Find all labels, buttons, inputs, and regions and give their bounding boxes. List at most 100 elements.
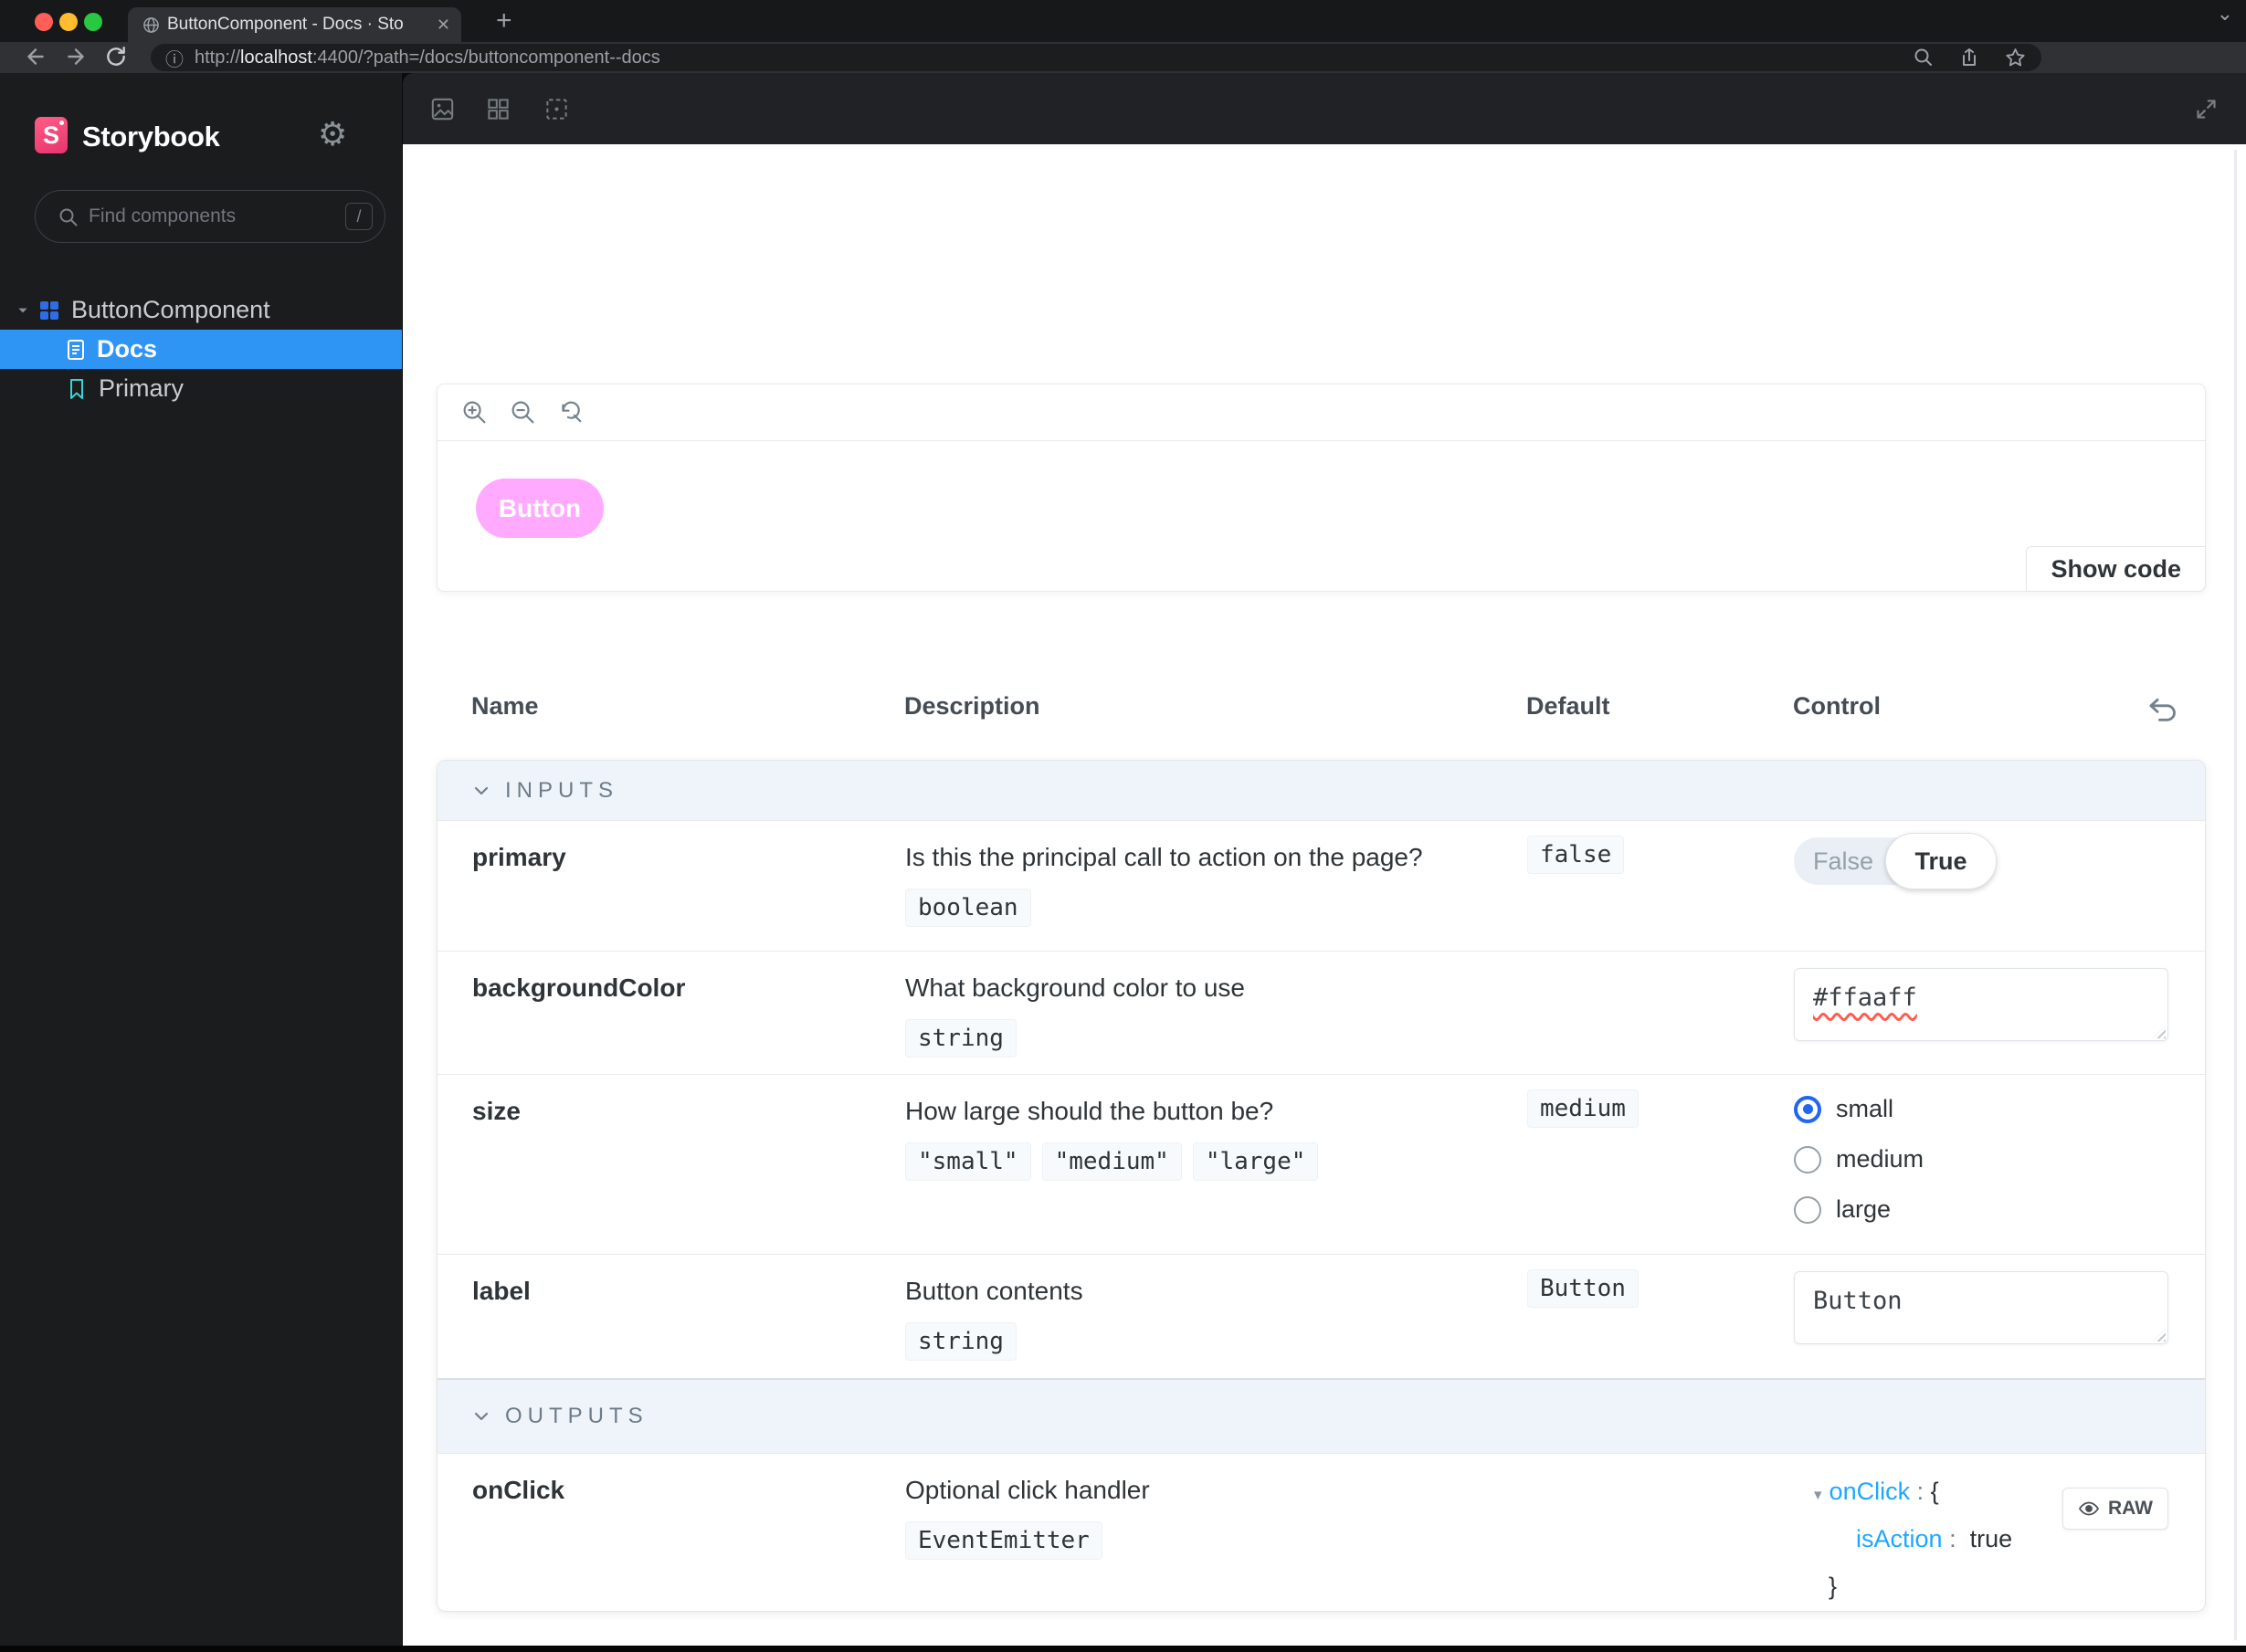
brand-title: Storybook: [82, 121, 220, 153]
radio-icon[interactable]: [1794, 1195, 1821, 1224]
gear-icon[interactable]: ⚙: [318, 115, 347, 153]
storybook-logo-icon: S: [35, 117, 68, 153]
logo-letter: S: [42, 121, 59, 149]
share-icon[interactable]: [1958, 47, 1980, 68]
arg-description: Is this the principal call to action on …: [905, 843, 1423, 871]
sidebar-item-docs[interactable]: Docs: [0, 330, 402, 369]
section-inputs[interactable]: INPUTS: [438, 761, 2205, 820]
tree-root-label: ButtonComponent: [71, 296, 270, 323]
table-row-backgroundcolor: backgroundColor What background color to…: [438, 951, 2205, 1074]
eye-icon: [2078, 1501, 2100, 1516]
table-row-label: label Button contents string Button Butt…: [438, 1254, 2205, 1378]
radio-icon[interactable]: [1794, 1145, 1821, 1173]
window-close-button[interactable]: [35, 13, 53, 31]
col-name: Name: [471, 692, 539, 720]
option-chip: "large": [1192, 1142, 1319, 1181]
default-chip: false: [1527, 836, 1625, 874]
reload-icon[interactable]: [104, 45, 128, 68]
zoom-out-icon[interactable]: [510, 399, 536, 426]
boolean-toggle[interactable]: False True: [1794, 833, 1997, 889]
type-chip: boolean: [905, 889, 1031, 927]
raw-toggle-button[interactable]: RAW: [2062, 1488, 2168, 1530]
tree-docs-label: Docs: [97, 335, 158, 363]
sidebar-item-buttoncomponent[interactable]: ButtonComponent: [0, 290, 402, 330]
label-input[interactable]: Button: [1794, 1271, 2168, 1344]
back-icon[interactable]: [24, 45, 47, 68]
new-tab-button[interactable]: +: [496, 5, 512, 37]
story-button[interactable]: Button: [476, 479, 604, 538]
arg-description: Button contents: [905, 1277, 1083, 1305]
arg-description: What background color to use: [905, 973, 1245, 1002]
sidebar-item-primary[interactable]: Primary: [0, 369, 402, 408]
browser-navbar: ⓘ http://localhost:4400/?path=/docs/butt…: [0, 42, 2246, 112]
show-code-button[interactable]: Show code: [2026, 546, 2206, 592]
radio-label: medium: [1836, 1145, 1924, 1173]
component-icon: [38, 300, 60, 321]
toggle-true-label[interactable]: True: [1885, 833, 1997, 889]
default-chip: Button: [1527, 1269, 1639, 1308]
table-row-onclick: onClick Optional click handler EventEmit…: [438, 1453, 2205, 1611]
canvas-image-icon[interactable]: [430, 97, 455, 121]
zoom-in-icon[interactable]: [461, 399, 488, 426]
object-key[interactable]: onClick: [1829, 1478, 1911, 1505]
arg-name: label: [472, 1277, 531, 1305]
zoom-page-icon[interactable]: [1913, 47, 1935, 68]
zoom-reset-icon[interactable]: [558, 399, 585, 426]
toggle-false-label[interactable]: False: [1794, 837, 1893, 885]
chevron-down-icon: [474, 1412, 489, 1421]
arg-description: How large should the button be?: [905, 1097, 1274, 1125]
table-row-size: size How large should the button be? "sm…: [438, 1074, 2205, 1254]
browser-tab[interactable]: ButtonComponent - Docs · Sto ✕: [128, 7, 461, 42]
tab-search-chevron-icon[interactable]: ⌄: [2217, 2, 2233, 26]
fullscreen-icon[interactable]: [2194, 97, 2219, 121]
radio-selected-icon[interactable]: [1794, 1095, 1821, 1123]
object-tree-child[interactable]: isAction : true: [1856, 1525, 2012, 1553]
backgroundcolor-input[interactable]: #ffaaff: [1794, 968, 2168, 1041]
chevron-down-icon: [474, 786, 489, 794]
measure-outline-icon[interactable]: [544, 97, 569, 121]
radio-medium[interactable]: medium: [1794, 1145, 1924, 1173]
url-scheme: http://: [195, 47, 241, 68]
window-zoom-button[interactable]: [84, 13, 102, 31]
site-info-icon[interactable]: ⓘ: [165, 45, 184, 71]
sidebar: S Storybook ⚙ / ButtonComponent Docs: [0, 73, 402, 1646]
type-chip: string: [905, 1019, 1017, 1057]
storybook-app: S Storybook ⚙ / ButtonComponent Docs: [0, 73, 2246, 1646]
story-canvas: Button Show code: [437, 384, 2206, 592]
docs-page-icon: [66, 339, 86, 361]
caret-down-icon[interactable]: [16, 304, 29, 317]
tab-title: ButtonComponent - Docs · Sto: [167, 15, 404, 34]
window-minimize-button[interactable]: [59, 13, 78, 31]
reset-controls-icon[interactable]: [2146, 692, 2180, 727]
grid-icon[interactable]: [486, 97, 511, 121]
section-outputs[interactable]: OUTPUTS: [438, 1378, 2205, 1453]
object-key[interactable]: isAction: [1856, 1525, 1943, 1552]
url-host: localhost: [240, 47, 312, 68]
radio-small[interactable]: small: [1794, 1095, 1893, 1123]
docs-content: ButtonComponent Button: [403, 144, 2246, 1646]
tab-close-icon[interactable]: ✕: [437, 16, 450, 35]
default-chip: medium: [1527, 1089, 1639, 1128]
arg-name: primary: [472, 843, 566, 871]
forward-icon[interactable]: [64, 45, 88, 68]
option-chip: "medium": [1041, 1142, 1182, 1181]
bookmark-star-icon[interactable]: [2004, 47, 2027, 69]
search-input[interactable]: [89, 191, 317, 242]
label-value: Button: [1813, 1287, 1903, 1315]
search-shortcut-badge: /: [345, 203, 373, 230]
object-tree-root[interactable]: ▾ onClick : {: [1814, 1478, 1939, 1506]
raw-label: RAW: [2108, 1498, 2153, 1519]
arg-name: size: [472, 1097, 521, 1125]
arg-description: Optional click handler: [905, 1476, 1150, 1504]
tree-caret-icon[interactable]: ▾: [1814, 1486, 1822, 1503]
search-box[interactable]: /: [35, 190, 385, 243]
browser-chrome: ButtonComponent - Docs · Sto ✕ + ⌄ ⓘ htt…: [0, 0, 2246, 112]
type-chip: string: [905, 1322, 1017, 1361]
tab-favicon-globe-icon: [142, 16, 160, 34]
backgroundcolor-value: #ffaaff: [1813, 984, 1917, 1012]
radio-large[interactable]: large: [1794, 1195, 1891, 1224]
search-icon: [58, 206, 79, 228]
url-bar[interactable]: ⓘ http://localhost:4400/?path=/docs/butt…: [151, 44, 2041, 71]
object-value: true: [1969, 1525, 2013, 1552]
argstable-header: Name Description Default Control: [437, 692, 2206, 729]
